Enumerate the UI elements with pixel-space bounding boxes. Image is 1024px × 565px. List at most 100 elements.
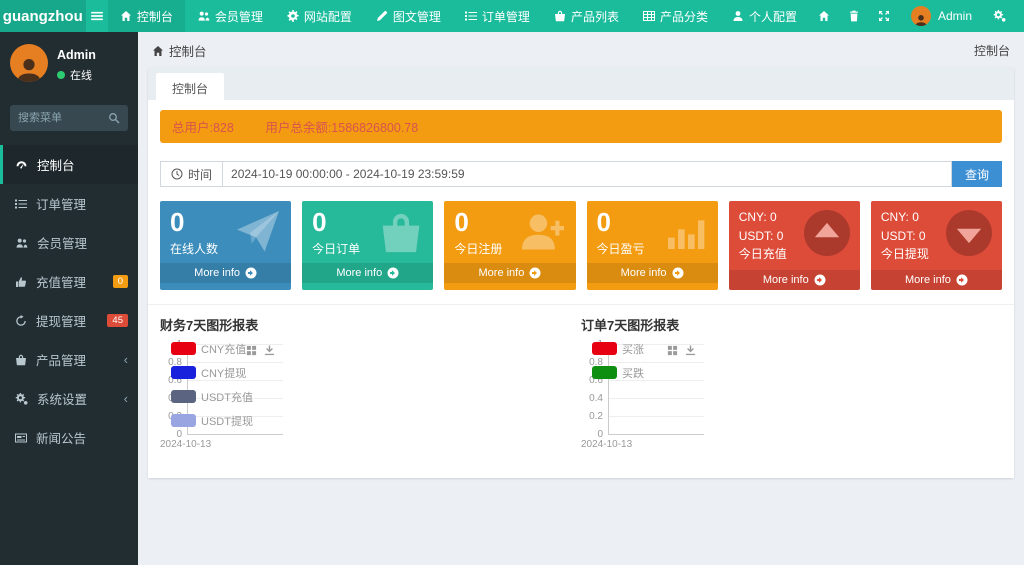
legend-marker <box>171 366 196 379</box>
sidebar-search-input[interactable] <box>18 112 108 124</box>
sidebar-item-提现管理[interactable]: 提现管理45 <box>0 301 138 340</box>
users-icon <box>197 10 210 22</box>
dashboard-icon <box>15 159 28 171</box>
home-button[interactable] <box>809 0 839 32</box>
avatar <box>911 6 931 26</box>
tab-strip: 控制台 <box>148 67 1014 100</box>
date-range-input[interactable] <box>222 161 952 187</box>
nav-item-label: 图文管理 <box>393 8 441 25</box>
more-info-link[interactable]: More info <box>444 263 575 283</box>
sidebar-item-会员管理[interactable]: 会员管理 <box>0 223 138 262</box>
divider <box>148 304 1014 305</box>
more-info-link[interactable]: More info <box>729 270 860 290</box>
list-icon <box>15 198 27 210</box>
refresh-icon <box>15 315 27 327</box>
sidebar-item-label: 提现管理 <box>36 311 86 330</box>
nav-item-个人配置[interactable]: 个人配置 <box>720 0 809 32</box>
arrow-circle-right-icon <box>529 267 541 279</box>
more-info-link[interactable]: More info <box>587 263 718 283</box>
settings-menu-button[interactable] <box>984 0 1014 32</box>
date-filter: 时间 查询 <box>160 161 1002 187</box>
more-info-link[interactable]: More info <box>871 270 1002 290</box>
sidebar-item-产品管理[interactable]: 产品管理‹ <box>0 340 138 379</box>
stat-label: 在线人数 <box>170 240 281 257</box>
stats-row: 0在线人数More info0今日订单More info0今日注册More in… <box>160 201 1002 290</box>
navbar-right: Admin <box>809 0 1024 32</box>
legend-item-买跌[interactable]: 买跌 <box>592 365 644 381</box>
navbar-user-menu[interactable]: Admin <box>903 6 980 26</box>
chart-title: 订单7天图形报表 <box>581 315 1002 334</box>
trash-button[interactable] <box>839 0 869 32</box>
trash-icon <box>848 10 860 22</box>
nav-item-图文管理[interactable]: 图文管理 <box>364 0 453 32</box>
main-content: 控制台 控制台 控制台 总用户:828 用户总余额:1586826800.78 … <box>138 32 1024 565</box>
stat-value: 0 <box>454 208 565 237</box>
data-view-icon[interactable] <box>667 345 678 356</box>
clock-icon <box>171 168 183 180</box>
arrow-circle-right-icon <box>672 267 684 279</box>
tab-dashboard[interactable]: 控制台 <box>156 73 224 104</box>
sidebar-menu: 控制台订单管理会员管理充值管理0提现管理45产品管理‹系统设置‹新闻公告 <box>0 145 138 457</box>
nav-item-label: 会员管理 <box>215 8 263 25</box>
nav-item-网站配置[interactable]: 网站配置 <box>275 0 364 32</box>
sidebar-user-panel: Admin 在线 <box>0 32 138 93</box>
nav-item-label: 网站配置 <box>304 8 352 25</box>
more-info-label: More info <box>905 274 951 286</box>
chart-toolbox <box>667 345 696 356</box>
nav-item-订单管理[interactable]: 订单管理 <box>453 0 542 32</box>
nav-item-控制台[interactable]: 控制台 <box>108 0 185 32</box>
sidebar-item-label: 会员管理 <box>37 233 87 252</box>
stat-value: 0 <box>170 208 281 237</box>
stat-box-inner: 0 在线人数 <box>160 201 291 263</box>
save-image-icon[interactable] <box>685 345 696 356</box>
sidebar-item-新闻公告[interactable]: 新闻公告 <box>0 418 138 457</box>
sidebar-toggle-button[interactable] <box>86 0 108 32</box>
stat-box-inner: 0今日注册 <box>444 201 575 263</box>
charts-row: 财务7天图形报表10.80.60.40.202024-10-13CNY充值CNY… <box>160 315 1002 464</box>
stat-label: 今日订单 <box>312 240 423 257</box>
search-icon[interactable] <box>108 112 120 124</box>
sidebar-item-系统设置[interactable]: 系统设置‹ <box>0 379 138 418</box>
expand-button[interactable] <box>869 0 899 32</box>
home-icon <box>120 10 132 22</box>
query-button[interactable]: 查询 <box>952 161 1002 187</box>
more-info-label: More info <box>479 267 525 279</box>
legend-item-CNY充值[interactable]: CNY充值 <box>171 341 253 357</box>
legend-marker <box>171 342 196 355</box>
x-tick-label: 2024-10-13 <box>160 439 211 450</box>
hamburger-icon <box>90 9 104 23</box>
gear-icon <box>287 10 299 22</box>
legend-label: USDT提现 <box>201 413 253 429</box>
legend-label: CNY提现 <box>201 365 246 381</box>
legend-item-USDT充值[interactable]: USDT充值 <box>171 389 253 405</box>
total-balance-text: 用户总余额:1586826800.78 <box>265 121 418 135</box>
more-info-link[interactable]: More info <box>160 263 291 283</box>
sidebar-item-充值管理[interactable]: 充值管理0 <box>0 262 138 301</box>
date-filter-label-text: 时间 <box>188 166 212 183</box>
sidebar-item-控制台[interactable]: 控制台 <box>0 145 138 184</box>
more-info-link[interactable]: More info <box>302 263 433 283</box>
legend-item-CNY提现[interactable]: CNY提现 <box>171 365 253 381</box>
legend-item-买涨[interactable]: 买涨 <box>592 341 644 357</box>
brand-logo[interactable]: guangzhou <box>0 0 86 32</box>
total-users-text: 总用户:828 <box>172 121 234 135</box>
gridline <box>608 434 704 435</box>
stat-box-inner: CNY: 0USDT: 0今日充值 <box>729 201 860 270</box>
stat-box-inner: 0今日订单 <box>302 201 433 263</box>
sidebar-item-订单管理[interactable]: 订单管理 <box>0 184 138 223</box>
stat-box-3: 0今日盈亏More info <box>587 201 718 290</box>
totals-banner: 总用户:828 用户总余额:1586826800.78 <box>160 110 1002 143</box>
legend-item-USDT提现[interactable]: USDT提现 <box>171 413 253 429</box>
page-title: 控制台 <box>169 41 207 60</box>
nav-item-产品分类[interactable]: 产品分类 <box>631 0 720 32</box>
gridline <box>608 398 704 399</box>
navbar-menu: 控制台 会员管理 网站配置 图文管理订单管理产品列表 产品分类个人配置 <box>108 0 809 32</box>
nav-item-label: 控制台 <box>137 8 173 25</box>
data-view-icon[interactable] <box>246 345 257 356</box>
navbar-user-label: Admin <box>938 9 972 23</box>
nav-item-产品列表[interactable]: 产品列表 <box>542 0 631 32</box>
arrow-circle-right-icon <box>245 267 257 279</box>
nav-item-label: 产品分类 <box>660 8 708 25</box>
save-image-icon[interactable] <box>264 345 275 356</box>
nav-item-会员管理[interactable]: 会员管理 <box>185 0 275 32</box>
